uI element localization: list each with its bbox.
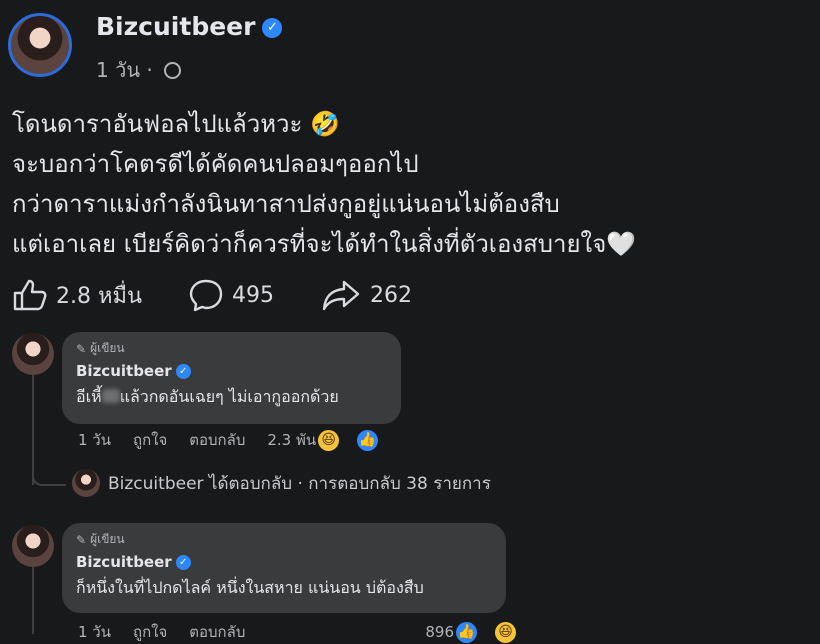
post-author-name[interactable]: Bizcuitbeer ✓ <box>96 12 283 41</box>
post-author-label[interactable]: Bizcuitbeer <box>96 12 255 41</box>
comment-like-button[interactable]: ถูกใจ <box>133 620 167 644</box>
comment-text-start: อีเหี้ <box>76 387 102 406</box>
reaction-icons[interactable]: 👍 😆 <box>456 621 538 643</box>
thread-line-elbow <box>32 470 66 486</box>
like-reaction-icon: 👍 <box>456 621 477 643</box>
like-reaction-icon: 👍 <box>357 429 379 451</box>
reaction-icons[interactable]: 😆 👍 <box>318 429 400 451</box>
thread-line <box>32 566 34 634</box>
reply-avatar <box>72 469 100 497</box>
post-line-2: จะบอกว่าโคตรดีได้คัดคนปลอมๆออกไป <box>12 150 419 178</box>
pencil-icon: ✎ <box>76 341 87 356</box>
comment-text: อีเหี้ แล้วกดอันเฉยๆ ไม่เอากูออกด้วย <box>76 385 387 410</box>
comment-count: 495 <box>232 282 275 308</box>
post-stats-bar: 2.8 หมื่น 495 262 <box>12 276 458 314</box>
share-count: 262 <box>370 282 413 308</box>
author-role-label: ผู้เขียน <box>90 341 125 355</box>
comment-reply-button[interactable]: ตอบกลับ <box>189 428 245 452</box>
pencil-icon: ✎ <box>76 532 87 547</box>
commenter-name-label[interactable]: Bizcuitbeer <box>76 553 172 571</box>
thumbs-up-icon <box>13 279 47 311</box>
comment-actions: 1 วัน ถูกใจ ตอบกลับ 896 👍 😆 <box>78 620 538 644</box>
comment-avatar[interactable] <box>12 333 54 375</box>
comment-text: ก็หนึ่งในที่ไปกดไลค์ หนึ่งในสหาย แน่นอน … <box>76 578 424 597</box>
reaction-count[interactable]: 2.3 พัน <box>267 428 316 452</box>
haha-reaction-icon: 😆 <box>495 621 516 643</box>
comment-bubble: ✎ ผู้เขียน Bizcuitbeer ✓ อีเหี้ แล้วกดอันเฉ… <box>62 332 401 424</box>
post-meta: 1 วัน · <box>96 54 182 86</box>
author-role-label: ผู้เขียน <box>90 532 125 546</box>
verified-badge-icon: ✓ <box>175 364 191 379</box>
post-line-1: โดนดาราอันฟอลไปแล้วหวะ 🤣 <box>12 110 340 138</box>
comment-actions: 1 วัน ถูกใจ ตอบกลับ 2.3 พัน 😆 👍 <box>78 428 400 452</box>
post-line-4: แต่เอาเลย เบียร์คิดว่าก็ควรที่จะได้ทำในส… <box>12 230 637 258</box>
comment-reply-button[interactable]: ตอบกลับ <box>189 620 245 644</box>
share-stat[interactable]: 262 <box>320 278 412 312</box>
verified-badge-icon: ✓ <box>175 555 191 570</box>
author-role: ✎ ผู้เขียน <box>76 339 387 358</box>
post-text: โดนดาราอันฟอลไปแล้วหวะ 🤣 จะบอกว่าโคตรดีไ… <box>12 104 802 264</box>
haha-reaction-icon: 😆 <box>318 429 340 451</box>
like-count: 2.8 หมื่น <box>56 283 143 309</box>
commenter-name[interactable]: Bizcuitbeer ✓ <box>76 362 387 380</box>
comment-time[interactable]: 1 วัน <box>78 428 111 452</box>
commenter-name[interactable]: Bizcuitbeer ✓ <box>76 553 492 571</box>
view-replies-text[interactable]: Bizcuitbeer ได้ตอบกลับ · การตอบกลับ 38 ร… <box>108 470 491 497</box>
post-time[interactable]: 1 วัน <box>96 58 140 82</box>
like-stat[interactable]: 2.8 หมื่น <box>12 278 142 313</box>
comment-stat[interactable]: 495 <box>188 278 274 312</box>
comment-avatar[interactable] <box>12 525 54 567</box>
thread-line <box>32 374 34 485</box>
verified-badge-icon: ✓ <box>262 18 283 38</box>
post-line-3: กว่าดาราแม่งกำลังนินทาสาปส่งกูอยู่แน่นอน… <box>12 190 560 218</box>
share-arrow-icon <box>322 280 360 311</box>
comment-like-button[interactable]: ถูกใจ <box>133 428 167 452</box>
reaction-count[interactable]: 896 <box>425 623 454 641</box>
author-role: ✎ ผู้เขียน <box>76 530 492 549</box>
view-replies-row[interactable]: Bizcuitbeer ได้ตอบกลับ · การตอบกลับ 38 ร… <box>72 469 491 497</box>
comment-bubble-icon <box>189 279 223 312</box>
comment-text-end: แล้วกดอันเฉยๆ ไม่เอากูออกด้วย <box>119 387 339 406</box>
globe-icon <box>164 62 182 79</box>
censored-blur <box>101 389 120 403</box>
meta-separator: · <box>146 58 153 82</box>
comment-time[interactable]: 1 วัน <box>78 620 111 644</box>
post-author-avatar[interactable] <box>8 13 72 77</box>
comment-bubble: ✎ ผู้เขียน Bizcuitbeer ✓ ก็หนึ่งในที่ไปกดไ… <box>62 523 506 613</box>
commenter-name-label[interactable]: Bizcuitbeer <box>76 362 172 380</box>
